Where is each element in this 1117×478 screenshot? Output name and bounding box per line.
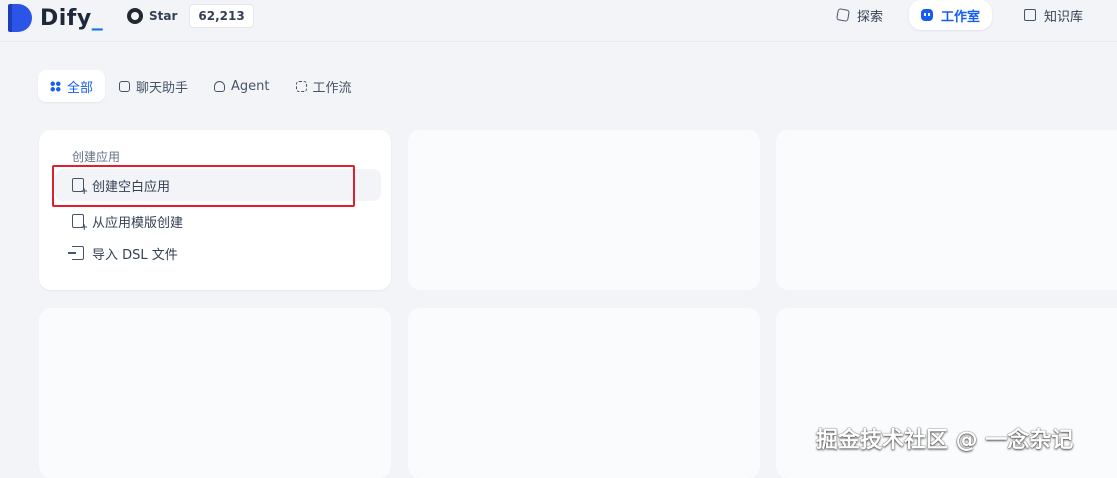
workflow-icon (295, 80, 307, 92)
watermark: 掘金技术社区 @ 一念杂记 (816, 428, 1074, 453)
app-type-tabs: 全部 聊天助手 Agent 工作流 (38, 70, 364, 102)
github-icon (127, 8, 143, 24)
chat-icon (119, 80, 131, 92)
import-icon (68, 246, 84, 260)
tab-workflow[interactable]: 工作流 (284, 70, 364, 102)
github-star-count: 62,213 (189, 4, 254, 28)
app-card-placeholder (408, 130, 760, 290)
explore-icon (836, 8, 850, 22)
create-app-card: 创建应用 创建空白应用 从应用模版创建 导入 DSL 文件 (39, 130, 391, 290)
knowledge-icon (1024, 9, 1036, 21)
create-blank-app-button[interactable]: 创建空白应用 (55, 169, 381, 201)
app-card-placeholder (39, 308, 391, 478)
nav-studio[interactable]: 工作室 (909, 0, 993, 30)
nav-explore[interactable]: 探索 (825, 0, 895, 30)
create-app-title: 创建应用 (72, 150, 121, 164)
github-star-label: Star (149, 9, 178, 23)
studio-icon (921, 9, 933, 21)
app-card-placeholder (776, 130, 1117, 290)
top-bar: Dify_ Star 62,213 探索 工作室 知识库 (0, 0, 1117, 42)
tab-agent[interactable]: Agent (202, 70, 281, 102)
app-card-placeholder (408, 308, 760, 478)
github-star[interactable]: Star 62,213 (127, 4, 254, 28)
grid-icon (50, 80, 61, 92)
create-from-template-button[interactable]: 从应用模版创建 (55, 205, 381, 237)
tab-chat-assistant[interactable]: 聊天助手 (107, 70, 200, 102)
dify-logo[interactable]: Dify_ (8, 4, 103, 32)
dify-logo-mark (8, 4, 32, 32)
nav-knowledge[interactable]: 知识库 (1012, 0, 1095, 30)
template-icon (72, 214, 88, 233)
logo-text: Dify_ (40, 5, 104, 31)
import-dsl-button[interactable]: 导入 DSL 文件 (55, 237, 381, 269)
agent-icon (214, 80, 226, 92)
blank-file-icon (72, 178, 88, 197)
tab-all[interactable]: 全部 (38, 70, 106, 102)
